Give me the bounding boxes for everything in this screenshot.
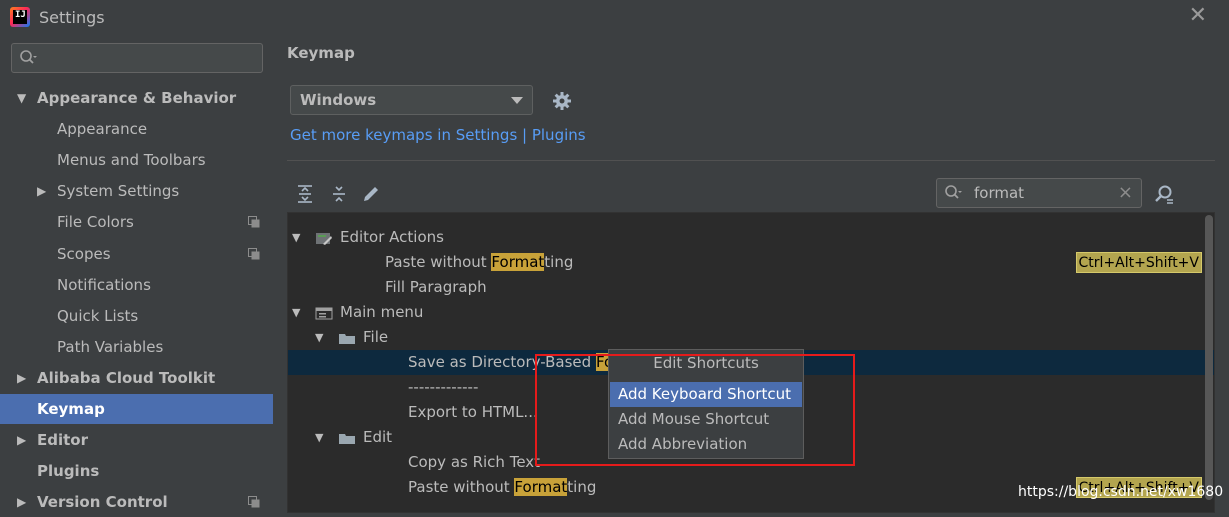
menu-icon	[315, 307, 333, 320]
keymap-select[interactable]: Windows	[290, 85, 533, 115]
sidebar-item-label: System Settings	[57, 182, 180, 201]
sidebar-item-quick-lists[interactable]: Quick Lists	[0, 301, 273, 331]
editor-actions-icon	[316, 233, 332, 245]
divider	[287, 160, 1215, 161]
watermark: https://blog.csdn.net/xw1680	[1018, 484, 1224, 500]
tree-action-row[interactable]: Paste without Formatting Ctrl+Alt+Shift+V	[288, 250, 1214, 275]
sidebar-item-label: File Colors	[57, 213, 134, 232]
tree-row-label: Edit	[363, 425, 392, 450]
label-text: Fill Paragraph	[385, 278, 487, 296]
folder-icon	[339, 334, 355, 344]
gear-icon[interactable]	[552, 91, 572, 111]
sidebar-item-menus-and-toolbars[interactable]: Menus and Toolbars	[0, 145, 273, 175]
clear-icon[interactable]: ×	[1118, 182, 1133, 203]
sidebar-item-label: Quick Lists	[57, 306, 139, 325]
sidebar-item-plugins[interactable]: Plugins	[0, 456, 273, 486]
search-icon	[945, 185, 962, 199]
folder-icon	[339, 434, 355, 444]
page-title: Keymap	[287, 44, 355, 62]
sidebar-item-appearance[interactable]: Appearance	[0, 114, 273, 144]
tree-group-row[interactable]: ▼ File	[288, 325, 1214, 350]
tree-row-label: -------------	[408, 375, 478, 400]
sidebar-item-alibaba-cloud-toolkit[interactable]: ▶ Alibaba Cloud Toolkit	[0, 363, 273, 393]
edit-pencil-icon[interactable]	[361, 184, 381, 204]
sidebar-item-label: Appearance & Behavior	[37, 89, 237, 107]
sidebar-item-system-settings[interactable]: ▶ System Settings	[0, 176, 273, 206]
tree-action-row[interactable]: -------------	[288, 500, 1214, 513]
intellij-app-icon: IJ	[10, 7, 30, 27]
tree-row-label: Export to HTML...	[408, 400, 538, 425]
expanded-arrow-icon[interactable]: ▼	[292, 225, 300, 250]
settings-sidebar: ▼ Appearance & Behavior Appearance Menus an…	[0, 34, 273, 513]
sidebar-item-label: Scopes	[57, 244, 111, 263]
tree-group-row[interactable]: ▼ Editor Actions	[288, 225, 1214, 250]
tree-row-label: -------------	[408, 500, 479, 513]
close-icon[interactable]: ✕	[1189, 5, 1207, 27]
sidebar-item-label: Path Variables	[57, 337, 164, 356]
label-text: Copy as Rich Text	[408, 453, 541, 471]
label-text: Main menu	[340, 303, 424, 321]
label-text: Paste without	[385, 253, 492, 271]
expanded-arrow-icon[interactable]: ▼	[292, 300, 300, 325]
expanded-arrow-icon[interactable]: ▼	[315, 325, 323, 350]
tree-row-label: Paste without Formatting	[385, 250, 573, 275]
tree-row-label: Editor Actions	[340, 225, 444, 250]
chevron-down-icon	[511, 97, 523, 104]
tree-row-label: Paste without Formatting	[408, 475, 596, 500]
filter-value: format	[974, 184, 1025, 202]
sidebar-item-label: Alibaba Cloud Toolkit	[37, 368, 216, 387]
label-text: ting	[544, 253, 574, 271]
get-more-keymaps-link[interactable]: Get more keymaps in Settings | Plugins	[290, 126, 586, 144]
search-icon	[20, 50, 37, 64]
collapse-all-icon[interactable]	[329, 184, 349, 204]
keymap-select-value: Windows	[300, 91, 377, 109]
search-match-highlight: Format	[491, 253, 545, 271]
label-text: -------------	[408, 378, 479, 396]
sidebar-item-label: Notifications	[57, 275, 151, 294]
scrollbar[interactable]	[1205, 215, 1213, 500]
sidebar-item-editor[interactable]: ▶ Editor	[0, 425, 273, 455]
sidebar-item-keymap[interactable]: Keymap	[0, 394, 273, 424]
tree-row-label: Main menu	[340, 300, 423, 325]
collapsed-arrow-icon[interactable]: ▶	[17, 425, 26, 455]
expand-all-icon[interactable]	[295, 184, 315, 204]
label-text: -------------	[408, 503, 479, 513]
settings-search-input[interactable]	[11, 43, 263, 73]
label-text: Paste without	[408, 478, 515, 496]
sidebar-item-appearance-and-behavior[interactable]: ▼ Appearance & Behavior	[0, 83, 273, 113]
project-level-icon	[248, 247, 260, 259]
tree-action-row[interactable]: Fill Paragraph	[288, 275, 1214, 300]
tree-row-label: Copy as Rich Text	[408, 450, 540, 475]
annotation-highlight-box	[535, 354, 855, 466]
tree-row-label: File	[363, 325, 388, 350]
sidebar-item-label: Keymap	[37, 400, 105, 418]
keymap-filter-input[interactable]: format ×	[936, 178, 1142, 208]
window-title: Settings	[39, 8, 105, 27]
label-text: Export to HTML...	[408, 403, 538, 421]
sidebar-item-label: Plugins	[37, 462, 100, 481]
sidebar-item-label: Editor	[37, 431, 88, 450]
sidebar-item-file-colors[interactable]: File Colors	[0, 207, 273, 237]
project-level-icon	[248, 216, 260, 228]
collapsed-arrow-icon[interactable]: ▶	[17, 363, 26, 393]
label-text: File	[363, 328, 389, 346]
tree-row-label: Fill Paragraph	[385, 275, 487, 300]
tree-group-row[interactable]: ▼ Main menu	[288, 300, 1214, 325]
shortcut-badge: Ctrl+Alt+Shift+V	[1075, 252, 1202, 273]
sidebar-item-label: Appearance	[57, 120, 148, 139]
expanded-arrow-icon[interactable]: ▼	[315, 425, 323, 450]
search-match-highlight: Format	[514, 478, 568, 496]
sidebar-item-path-variables[interactable]: Path Variables	[0, 332, 273, 362]
find-shortcut-icon[interactable]	[1153, 183, 1175, 205]
label-text: Editor Actions	[340, 228, 444, 246]
sidebar-item-notifications[interactable]: Notifications	[0, 270, 273, 300]
expanded-arrow-icon[interactable]: ▼	[17, 83, 26, 113]
label-text: Edit	[363, 428, 393, 446]
project-level-icon	[248, 496, 260, 508]
title-bar: IJ Settings ✕	[0, 0, 1229, 34]
label-text: ting	[567, 478, 597, 496]
sidebar-item-scopes[interactable]: Scopes	[0, 239, 273, 269]
collapsed-arrow-icon[interactable]: ▶	[37, 176, 46, 206]
sidebar-item-label: Menus and Toolbars	[57, 151, 206, 170]
